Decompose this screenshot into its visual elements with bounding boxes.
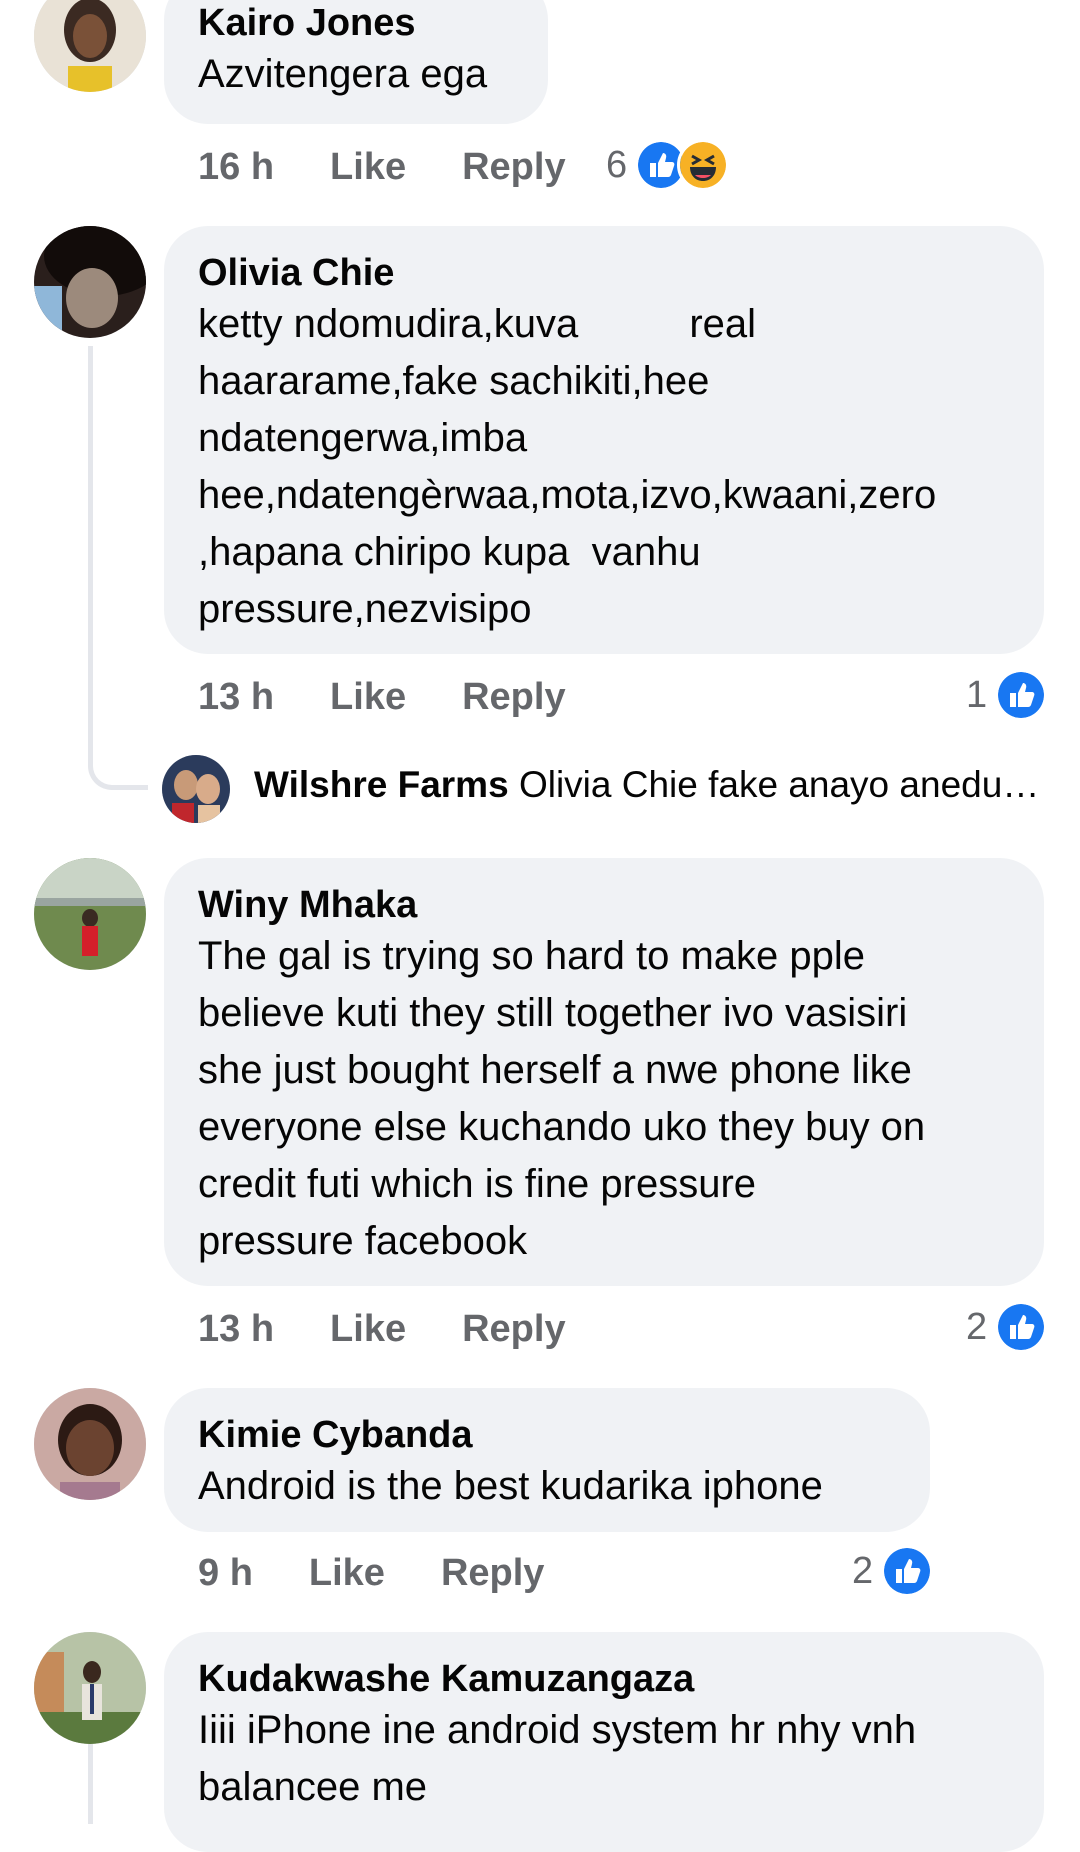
comment-bubble: Winy Mhaka The gal is trying so hard to … (164, 858, 1044, 1286)
avatar[interactable] (34, 858, 146, 970)
like-icon (881, 1545, 934, 1597)
comment-bubble: Kimie Cybanda Android is the best kudari… (164, 1388, 930, 1532)
reaction-count: 2 (966, 1305, 988, 1348)
comment-bubble: Kudakwashe Kamuzangaza Iiii iPhone ine a… (164, 1632, 1044, 1852)
like-button[interactable]: Like (330, 1308, 406, 1351)
reply-preview[interactable]: Wilshre Farms Olivia Chie fake anayo ane… (254, 764, 1044, 806)
comment-text: Azvitengera ega (198, 52, 488, 96)
reaction-summary[interactable]: 2 (852, 1545, 934, 1597)
avatar[interactable] (34, 0, 146, 92)
comment-author[interactable]: Kairo Jones (198, 0, 514, 46)
avatar[interactable] (34, 1388, 146, 1500)
like-button[interactable]: Like (309, 1552, 385, 1595)
comment-author[interactable]: Winy Mhaka (198, 882, 1010, 928)
comment-text: ketty ndomudira,kuva real haararame,fake… (198, 302, 937, 631)
reply-thread-line (88, 1744, 94, 1824)
comment-text: The gal is trying so hard to make pple b… (198, 934, 926, 1263)
reply-text: Olivia Chie fake anayo anedura... (518, 764, 1044, 805)
reply-button[interactable]: Reply (462, 676, 565, 719)
comment-actions: 13 h Like Reply (198, 1304, 622, 1354)
comment-time[interactable]: 13 h (198, 676, 274, 719)
comment-text: Iiii iPhone ine android system hr nhy vn… (198, 1708, 917, 1809)
reaction-summary[interactable]: 1 (966, 669, 1048, 721)
comment-author[interactable]: Kudakwashe Kamuzangaza (198, 1656, 1010, 1702)
comment-text: Android is the best kudarika iphone (198, 1464, 823, 1508)
like-icon (995, 669, 1048, 721)
like-button[interactable]: Like (330, 146, 406, 189)
like-button[interactable]: Like (330, 676, 406, 719)
reaction-summary[interactable]: 6 (606, 139, 730, 191)
comment-actions: 9 h Like Reply (198, 1548, 600, 1598)
comment-time[interactable]: 9 h (198, 1552, 253, 1595)
reaction-count: 6 (606, 143, 628, 186)
comment-actions: 16 h Like Reply (198, 142, 622, 192)
reply-avatar[interactable] (162, 755, 230, 823)
comment-actions: 13 h Like Reply (198, 672, 622, 722)
reply-author[interactable]: Wilshre Farms (254, 764, 509, 805)
comment-bubble: Kairo Jones Azvitengera ega (164, 0, 548, 124)
reply-button[interactable]: Reply (462, 146, 565, 189)
comment-bubble: Olivia Chie ketty ndomudira,kuva real ha… (164, 226, 1044, 654)
reaction-count: 1 (966, 673, 988, 716)
reaction-summary[interactable]: 2 (966, 1301, 1048, 1353)
avatar[interactable] (34, 1632, 146, 1744)
haha-icon (677, 139, 730, 191)
comment-author[interactable]: Kimie Cybanda (198, 1412, 896, 1458)
reply-button[interactable]: Reply (441, 1552, 544, 1595)
avatar[interactable] (34, 226, 146, 338)
reply-thread-line (88, 346, 148, 790)
comment-author[interactable]: Olivia Chie (198, 250, 1010, 296)
comment-time[interactable]: 13 h (198, 1308, 274, 1351)
reply-button[interactable]: Reply (462, 1308, 565, 1351)
comment-time[interactable]: 16 h (198, 146, 274, 189)
like-icon (995, 1301, 1048, 1353)
reaction-count: 2 (852, 1549, 874, 1592)
